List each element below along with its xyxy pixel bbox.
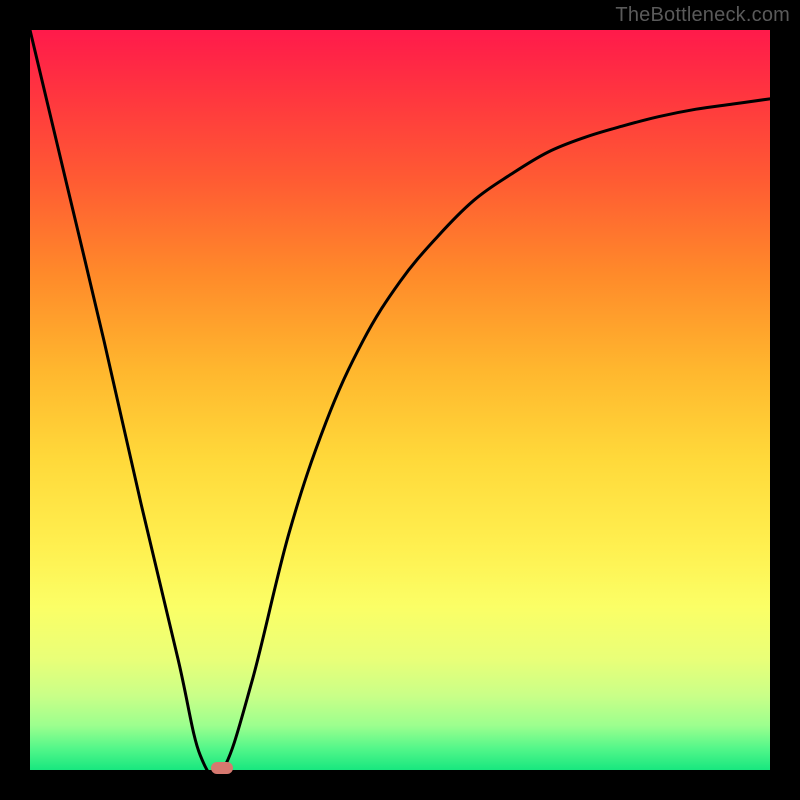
- plot-area: [30, 30, 770, 770]
- bottleneck-curve: [30, 30, 770, 770]
- curve-layer: [30, 30, 770, 770]
- chart-frame: TheBottleneck.com: [0, 0, 800, 800]
- minimum-marker: [211, 762, 233, 774]
- watermark-text: TheBottleneck.com: [615, 4, 790, 27]
